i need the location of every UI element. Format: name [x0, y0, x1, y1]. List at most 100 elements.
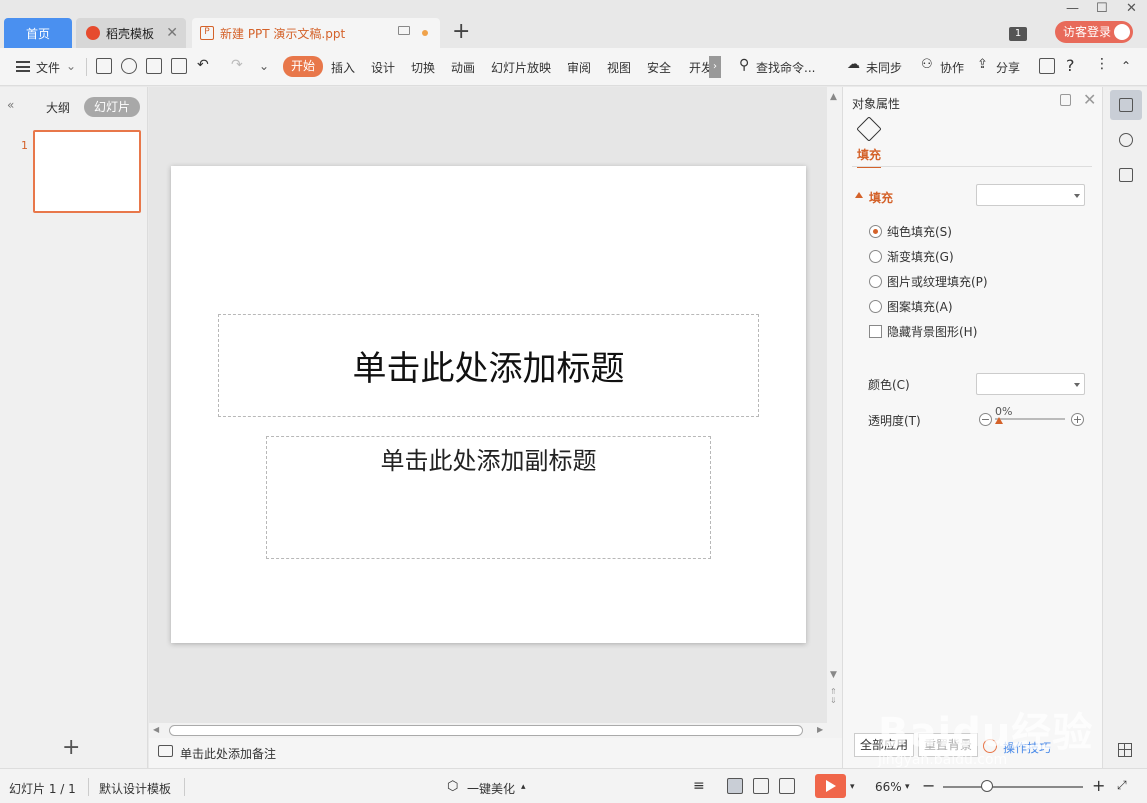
format-painter-icon[interactable]	[121, 58, 137, 74]
tab-outline[interactable]: 大纲	[46, 99, 70, 116]
zoom-slider[interactable]	[943, 786, 1083, 788]
radio-selected[interactable]	[869, 225, 882, 238]
chevron-up-icon[interactable]: ▴	[521, 782, 526, 792]
vertical-scrollbar[interactable]: ▲ ▼ ⇑ ⇓	[827, 87, 842, 723]
zoom-slider-handle[interactable]	[981, 780, 993, 792]
zoom-in-button[interactable]: +	[1092, 776, 1105, 795]
design-template[interactable]: 默认设计模板	[99, 780, 171, 797]
collapse-ribbon-icon[interactable]: ⌃	[1121, 59, 1131, 73]
scroll-down-icon[interactable]: ▼	[830, 670, 837, 680]
option-solid-fill[interactable]: 纯色填充(S)	[869, 223, 952, 240]
slide-sorter-icon[interactable]	[753, 778, 769, 794]
scroll-left-icon[interactable]: ◀	[153, 725, 159, 734]
save-icon[interactable]	[96, 58, 112, 74]
fill-bucket-icon[interactable]	[856, 116, 882, 142]
collapse-panel-icon[interactable]: «	[7, 98, 14, 112]
chevron-down-icon[interactable]: ⌄	[66, 59, 76, 73]
tab-transition[interactable]: 切换	[411, 59, 435, 76]
notes-bar[interactable]: 单击此处添加备注	[149, 738, 842, 768]
option-pattern-fill[interactable]: 图案填充(A)	[869, 298, 953, 315]
normal-view-icon[interactable]	[727, 778, 743, 794]
increase-button[interactable]: +	[1071, 413, 1084, 426]
tab-slides[interactable]: 幻灯片	[84, 97, 140, 117]
title-placeholder[interactable]: 单击此处添加标题	[218, 314, 759, 417]
new-tab-button[interactable]: +	[452, 20, 470, 44]
close-icon[interactable]: ✕	[1083, 90, 1096, 109]
redo-icon[interactable]: ↷	[231, 57, 243, 73]
tab-design[interactable]: 设计	[371, 59, 395, 76]
tab-insert[interactable]: 插入	[331, 59, 355, 76]
lock-icon[interactable]	[1060, 94, 1071, 106]
tab-fill[interactable]: 填充	[857, 146, 882, 168]
window-count-badge[interactable]: 1	[1009, 27, 1027, 41]
notes-toggle-icon[interactable]: ≡	[693, 778, 705, 794]
horizontal-scrollbar[interactable]: ◀ ▶	[149, 723, 842, 738]
radio[interactable]	[869, 250, 882, 263]
tab-review[interactable]: 审阅	[567, 59, 591, 76]
page-nav-icon[interactable]: ⇑ ⇓	[830, 687, 837, 705]
undo-icon[interactable]: ↶	[197, 57, 209, 73]
slider-handle[interactable]	[995, 417, 1003, 424]
zoom-level[interactable]: 66%	[875, 780, 902, 794]
command-search[interactable]: 查找命令...	[756, 59, 815, 76]
color-dropdown[interactable]	[976, 373, 1085, 395]
tab-home[interactable]: 首页	[4, 18, 72, 48]
search-icon[interactable]: ⚲	[739, 57, 749, 73]
tab-security[interactable]: 安全	[647, 59, 671, 76]
scroll-up-icon[interactable]: ▲	[830, 92, 837, 102]
option-gradient-fill[interactable]: 渐变填充(G)	[869, 248, 954, 265]
scrollbar-thumb[interactable]	[169, 725, 803, 736]
collapse-triangle-icon[interactable]	[855, 192, 863, 198]
help-button[interactable]: ?	[1066, 56, 1075, 75]
minimize-icon[interactable]: —	[1066, 1, 1079, 16]
monitor-icon[interactable]	[398, 26, 410, 35]
decrease-button[interactable]: −	[979, 413, 992, 426]
chevron-down-icon[interactable]: ▾	[850, 782, 855, 792]
print-preview-icon[interactable]	[171, 58, 187, 74]
animation-rail-button[interactable]	[1110, 125, 1142, 155]
option-picture-fill[interactable]: 图片或纹理填充(P)	[869, 273, 988, 290]
close-window-icon[interactable]: ✕	[1126, 1, 1137, 16]
properties-rail-button[interactable]	[1110, 90, 1142, 120]
reading-view-icon[interactable]	[779, 778, 795, 794]
fill-section-header[interactable]: 填充	[869, 189, 893, 206]
more-tabs-arrow-icon[interactable]: ›	[709, 56, 721, 78]
transition-rail-button[interactable]	[1110, 160, 1142, 190]
play-slideshow-button[interactable]	[815, 774, 846, 798]
radio[interactable]	[869, 300, 882, 313]
tab-view[interactable]: 视图	[607, 59, 631, 76]
tab-slideshow[interactable]: 幻灯片放映	[491, 59, 551, 76]
checkbox[interactable]	[869, 325, 882, 338]
fill-preset-dropdown[interactable]	[976, 184, 1085, 206]
beautify-button[interactable]: 一键美化	[467, 780, 515, 797]
zoom-out-button[interactable]: −	[922, 776, 935, 795]
tab-templates[interactable]: 稻壳模板 ✕	[76, 18, 186, 48]
menu-icon[interactable]	[16, 61, 30, 72]
maximize-icon[interactable]: ☐	[1096, 1, 1108, 16]
sync-status[interactable]: 未同步	[866, 59, 902, 76]
add-slide-button[interactable]: +	[62, 735, 80, 760]
collaborate-button[interactable]: 协作	[940, 59, 964, 76]
slide-canvas[interactable]: 单击此处添加标题 单击此处添加副标题	[171, 166, 806, 643]
grid-icon[interactable]	[1118, 743, 1132, 757]
login-button[interactable]: 访客登录	[1055, 21, 1133, 43]
scroll-right-icon[interactable]: ▶	[817, 725, 823, 734]
tab-start[interactable]: 开始	[283, 56, 323, 77]
chevron-down-icon[interactable]: ▾	[905, 782, 910, 792]
quick-access-dropdown-icon[interactable]: ⌄	[259, 59, 269, 73]
close-icon[interactable]: ✕	[166, 25, 178, 41]
more-options-icon[interactable]: ⋮	[1095, 56, 1109, 72]
file-menu[interactable]: 文件	[36, 59, 60, 76]
slides-icon[interactable]	[1039, 58, 1055, 74]
fit-window-icon[interactable]: ⤢	[1117, 778, 1127, 793]
share-button[interactable]: 分享	[996, 59, 1020, 76]
properties-title[interactable]: 对象属性	[852, 95, 900, 112]
subtitle-placeholder[interactable]: 单击此处添加副标题	[266, 436, 711, 559]
tab-animation[interactable]: 动画	[451, 59, 475, 76]
notes-placeholder[interactable]: 单击此处添加备注	[180, 745, 276, 762]
hide-background-checkbox[interactable]: 隐藏背景图形(H)	[869, 323, 977, 340]
print-icon[interactable]	[146, 58, 162, 74]
transparency-slider[interactable]	[995, 418, 1065, 420]
tab-document[interactable]: P 新建 PPT 演示文稿.ppt	[192, 18, 440, 48]
slide-thumbnail[interactable]	[33, 130, 141, 213]
